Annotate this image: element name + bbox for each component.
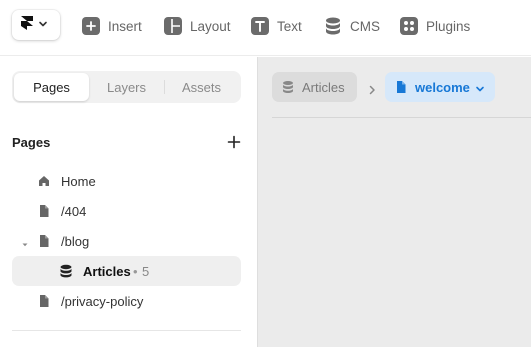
- breadcrumb-articles[interactable]: Articles: [272, 72, 357, 102]
- item-count: 5: [142, 263, 150, 279]
- page-icon: [37, 294, 51, 308]
- plugins-button[interactable]: Plugins: [400, 16, 470, 36]
- cms-label: CMS: [350, 18, 380, 34]
- database-icon: [324, 17, 342, 35]
- database-icon: [59, 264, 73, 278]
- add-page-button[interactable]: [226, 134, 242, 150]
- page-item-blog[interactable]: /blog: [12, 226, 241, 256]
- page-item-404[interactable]: /404: [12, 196, 241, 226]
- canvas-area[interactable]: Articles welcome: [257, 57, 531, 347]
- pages-section-title: Pages: [12, 135, 51, 150]
- page-item-label: Articles: [83, 263, 131, 279]
- breadcrumb-welcome[interactable]: welcome: [385, 72, 495, 102]
- panel-divider: [12, 330, 241, 331]
- panel-tabs: Pages Layers Assets: [12, 71, 241, 103]
- page-item-label: Home: [61, 173, 96, 189]
- canvas-divider: [272, 117, 531, 118]
- chevron-down-icon: [38, 16, 48, 34]
- page-item-articles[interactable]: Articles • 5: [12, 256, 241, 286]
- chevron-down-icon: [475, 82, 485, 97]
- chevron-right-icon: [368, 82, 376, 95]
- page-item-label: /privacy-policy: [61, 293, 144, 309]
- page-icon: [37, 234, 51, 248]
- item-count-separator: •: [133, 263, 138, 279]
- tab-assets[interactable]: Assets: [164, 73, 239, 101]
- insert-button[interactable]: Insert: [82, 16, 142, 36]
- expand-chevron-icon[interactable]: [21, 237, 29, 247]
- page-item-privacy-policy[interactable]: /privacy-policy: [12, 286, 241, 316]
- tab-pages[interactable]: Pages: [14, 73, 89, 101]
- page-item-home[interactable]: Home: [12, 166, 241, 196]
- framer-logo-icon: [20, 15, 34, 36]
- breadcrumb-label: Articles: [302, 79, 345, 95]
- text-icon: [251, 17, 269, 35]
- plus-square-icon: [82, 17, 100, 35]
- breadcrumb-label: welcome: [415, 79, 470, 95]
- layout-icon: [164, 17, 182, 35]
- text-label: Text: [277, 18, 302, 34]
- page-item-label: /blog: [61, 233, 90, 249]
- cms-button[interactable]: CMS: [324, 16, 380, 36]
- top-toolbar: Insert Layout Text CMS Plugins: [0, 0, 531, 56]
- page-icon: [37, 204, 51, 218]
- layout-label: Layout: [190, 18, 231, 34]
- left-panel: Pages Layers Assets Pages Home /404 /blo…: [0, 57, 256, 347]
- plugins-label: Plugins: [426, 18, 471, 34]
- plugins-icon: [400, 17, 418, 35]
- insert-label: Insert: [108, 18, 142, 34]
- database-icon: [282, 80, 294, 97]
- page-icon: [395, 80, 407, 97]
- layout-button[interactable]: Layout: [164, 16, 231, 36]
- home-icon: [37, 174, 51, 188]
- framer-menu-button[interactable]: [12, 10, 60, 40]
- tab-layers[interactable]: Layers: [89, 73, 164, 101]
- page-item-label: /404: [61, 203, 87, 219]
- text-button[interactable]: Text: [251, 16, 302, 36]
